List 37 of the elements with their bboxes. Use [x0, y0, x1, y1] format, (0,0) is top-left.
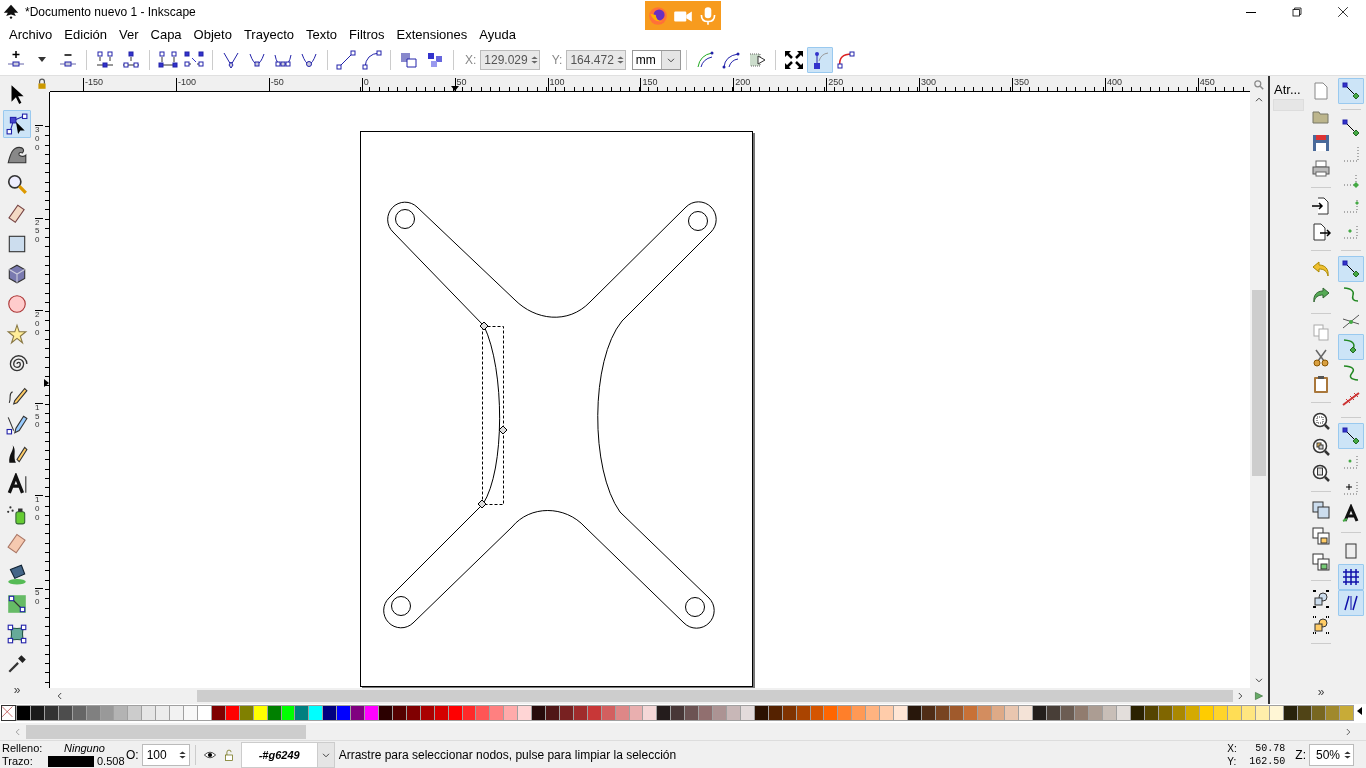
unit-dropdown[interactable]: mm — [631, 49, 681, 70]
zoom-field[interactable]: 50% — [1309, 743, 1354, 766]
ruler-label: 50 — [35, 588, 43, 607]
ruler-label: 250 — [35, 217, 43, 245]
cursor-y-label: Y: — [1227, 754, 1238, 768]
ruler-label: 300 — [35, 125, 43, 153]
dock-tab[interactable]: Atr... — [1273, 81, 1302, 98]
ruler-label: 100 — [35, 495, 43, 523]
stroke-width[interactable]: 0.508 — [94, 755, 126, 767]
coordinate-label: X: — [465, 52, 477, 67]
window-title: *Documento nuevo 1 - Inkscape — [25, 5, 196, 19]
cursor-x-value: 50.78 — [1254, 741, 1286, 755]
menu-item[interactable]: Filtros — [343, 25, 391, 43]
menu-item[interactable]: Extensiones — [390, 25, 474, 43]
menu-item[interactable]: Objeto — [187, 25, 238, 43]
zoom-label: Z: — [1295, 747, 1306, 762]
fill-label: Relleno: — [2, 742, 44, 754]
cursor-y-value: 162.50 — [1248, 754, 1286, 768]
menu-item[interactable]: Capa — [144, 25, 188, 43]
menu-item[interactable]: Edición — [58, 25, 113, 43]
ruler-label: 200 — [35, 310, 43, 338]
cursor-x-label: X: — [1227, 741, 1238, 755]
more-commands-button[interactable]: » — [1316, 684, 1326, 700]
stroke-label: Trazo: — [2, 755, 34, 767]
opacity-label: O: — [126, 747, 139, 762]
coordinate-label: Y: — [551, 52, 563, 67]
ruler-label: 150 — [35, 402, 43, 431]
menu-item[interactable]: Archivo — [3, 25, 59, 43]
menu-item[interactable]: Ver — [113, 25, 145, 43]
layer-dropdown[interactable]: -#g6249 — [240, 741, 335, 768]
menu-item[interactable]: Ayuda — [473, 25, 522, 43]
fill-value[interactable]: Ninguno — [48, 742, 126, 754]
opacity-field[interactable]: 100 — [141, 743, 190, 766]
menu-item[interactable]: Texto — [300, 25, 344, 43]
menu-item[interactable]: Trayecto — [237, 25, 300, 43]
more-tools-button[interactable]: » — [12, 682, 22, 698]
status-message: Arrastre para seleccionar nodos, pulse para limpiar la selección — [338, 747, 677, 762]
